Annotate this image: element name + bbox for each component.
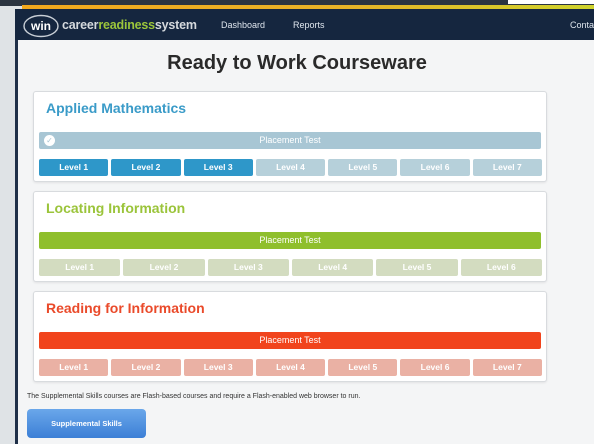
logo-text: win xyxy=(30,19,51,33)
level-1-button[interactable]: Level 1 xyxy=(39,259,121,276)
brand-readiness: readiness xyxy=(98,18,155,32)
placement-test-label: Placement Test xyxy=(259,135,321,145)
level-5-button[interactable]: Level 5 xyxy=(328,359,398,376)
course-card-locating-information: Locating Information Placement Test Leve… xyxy=(33,191,547,282)
level-2-button[interactable]: Level 2 xyxy=(123,259,205,276)
supplemental-skills-button[interactable]: Supplemental Skills xyxy=(27,409,146,438)
left-edge xyxy=(15,40,18,444)
brand-career: career xyxy=(62,18,99,32)
brand-system: system xyxy=(154,18,197,32)
course-title: Applied Mathematics xyxy=(46,100,187,116)
placement-test-label: Placement Test xyxy=(259,335,321,345)
level-7-button[interactable]: Level 7 xyxy=(472,159,542,176)
level-1-button[interactable]: Level 1 xyxy=(39,359,109,376)
level-4-button[interactable]: Level 4 xyxy=(255,159,326,176)
level-3-button[interactable]: Level 3 xyxy=(183,359,253,376)
check-icon: ✓ xyxy=(44,135,55,146)
level-6-button[interactable]: Level 6 xyxy=(400,359,470,376)
placement-test-button[interactable]: Placement Test xyxy=(39,232,541,249)
placement-test-button[interactable]: ✓ Placement Test xyxy=(39,132,541,149)
brand-name: careerreadinesssystem xyxy=(62,18,197,32)
placement-test-button[interactable]: Placement Test xyxy=(39,332,541,349)
nav-contact[interactable]: Contac xyxy=(570,20,594,30)
page-title: Ready to Work Courseware xyxy=(167,52,427,74)
level-row: Level 1 Level 2 Level 3 Level 4 Level 5 Level… xyxy=(39,259,542,276)
level-row: Level 1 Level 2 Level 3 Level 4 Level 5 Level… xyxy=(39,359,542,376)
placement-test-label: Placement Test xyxy=(259,235,321,245)
course-card-reading-for-information: Reading for Information Placement Test L… xyxy=(33,291,547,382)
level-4-button[interactable]: Level 4 xyxy=(291,259,374,276)
level-1-button[interactable]: Level 1 xyxy=(39,159,109,176)
level-3-button[interactable]: Level 3 xyxy=(207,259,289,276)
supplemental-note: The Supplemental Skills courses are Flas… xyxy=(27,393,361,400)
level-row: Level 1 Level 2 Level 3 Level 4 Level 5 Level… xyxy=(39,159,542,176)
level-5-button[interactable]: Level 5 xyxy=(328,159,398,176)
level-6-button[interactable]: Level 6 xyxy=(400,159,470,176)
level-5-button[interactable]: Level 5 xyxy=(376,259,458,276)
level-2-button[interactable]: Level 2 xyxy=(111,359,181,376)
course-title: Reading for Information xyxy=(46,300,205,316)
level-7-button[interactable]: Level 7 xyxy=(472,359,542,376)
level-2-button[interactable]: Level 2 xyxy=(111,159,181,176)
top-strip-highlight xyxy=(508,0,594,4)
nav-dashboard[interactable]: Dashboard xyxy=(221,20,265,30)
course-card-applied-mathematics: Applied Mathematics ✓ Placement Test Lev… xyxy=(33,91,547,182)
level-6-button[interactable]: Level 6 xyxy=(460,259,542,276)
level-3-button[interactable]: Level 3 xyxy=(183,159,253,176)
nav-reports[interactable]: Reports xyxy=(293,20,325,30)
course-title: Locating Information xyxy=(46,200,186,216)
win-logo[interactable]: win xyxy=(22,14,60,38)
level-4-button[interactable]: Level 4 xyxy=(255,359,326,376)
